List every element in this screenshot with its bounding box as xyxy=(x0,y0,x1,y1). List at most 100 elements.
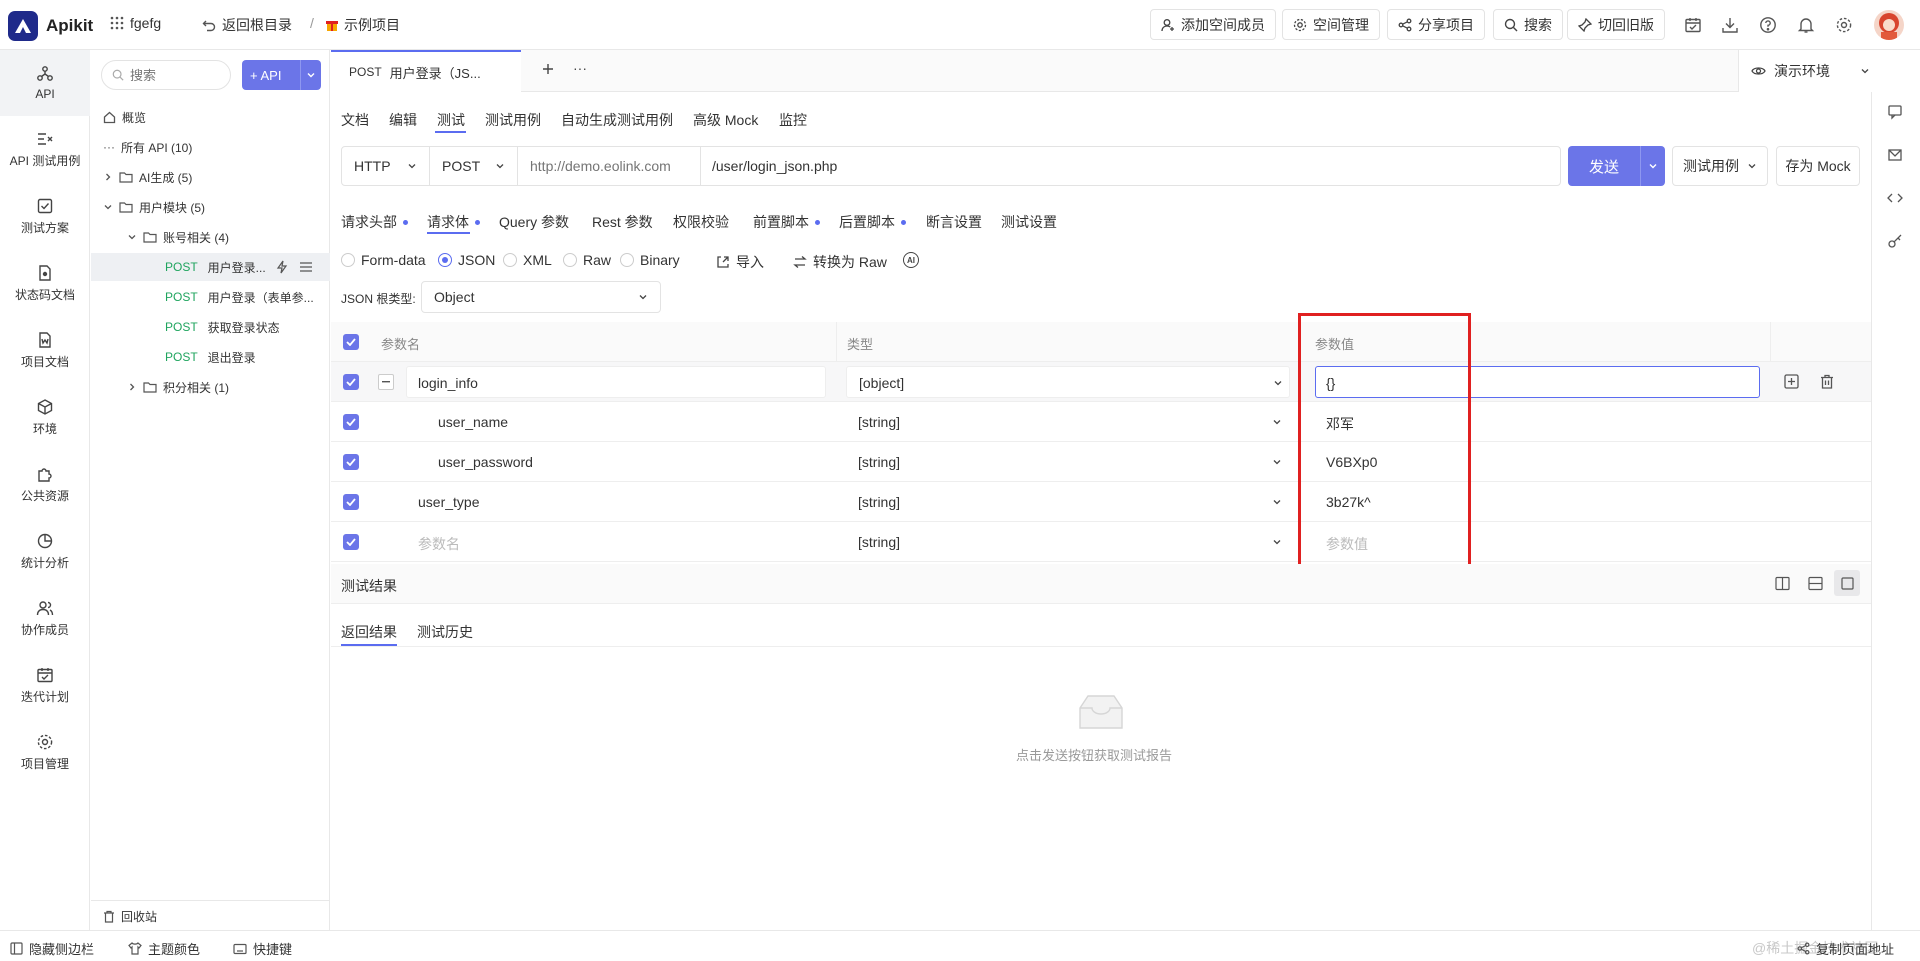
tab-test-settings[interactable]: 测试设置 xyxy=(1001,212,1057,232)
convert-raw-button[interactable]: 转换为 Raw xyxy=(793,252,887,272)
json-root-select[interactable]: Object xyxy=(421,281,661,313)
checkbox-all[interactable] xyxy=(343,334,359,350)
tab-auth[interactable]: 权限校验 xyxy=(673,212,729,232)
hide-sidebar-button[interactable]: 隐藏侧边栏 xyxy=(10,939,94,958)
param-type[interactable]: [string] xyxy=(858,494,900,510)
tree-all-api[interactable]: ··· 所有 API (10) xyxy=(91,133,330,161)
tree-points-group[interactable]: 积分相关 (1) xyxy=(91,373,330,401)
recycle-bin[interactable]: 回收站 xyxy=(91,902,330,930)
tab-test[interactable]: 测试 xyxy=(437,110,465,130)
bell-icon[interactable] xyxy=(1796,15,1816,35)
param-type[interactable]: [string] xyxy=(858,454,900,470)
tab-docs[interactable]: 文档 xyxy=(341,110,369,130)
more-tabs-icon[interactable]: ··· xyxy=(573,60,587,76)
tab-query-params[interactable]: Query 参数 xyxy=(499,212,569,232)
switch-old-version-button[interactable]: 切回旧版 xyxy=(1567,9,1665,40)
nav-iteration-plan[interactable]: 迭代计划 xyxy=(0,666,90,705)
host-input[interactable] xyxy=(530,156,696,176)
key-icon[interactable] xyxy=(1887,233,1903,249)
tab-pre-script[interactable]: 前置脚本 xyxy=(753,212,820,232)
save-mock-button[interactable]: 存为 Mock xyxy=(1776,146,1860,186)
nav-project-manage[interactable]: 项目管理 xyxy=(0,733,90,772)
split-vertical-icon[interactable] xyxy=(1775,576,1790,591)
tab-request-body[interactable]: 请求体 xyxy=(427,212,480,232)
nav-status-code-docs[interactable]: 状态码文档 xyxy=(0,264,90,303)
method-select[interactable]: POST xyxy=(430,147,518,185)
split-horizontal-icon[interactable] xyxy=(1808,576,1823,591)
tree-user-module[interactable]: 用户模块 (5) xyxy=(91,193,330,221)
param-name[interactable]: user_type xyxy=(418,494,479,510)
tab-rest-params[interactable]: Rest 参数 xyxy=(592,212,653,232)
nav-members[interactable]: 协作成员 xyxy=(0,599,90,638)
add-api-button[interactable]: + API xyxy=(242,60,321,90)
tab-post-script[interactable]: 后置脚本 xyxy=(839,212,906,232)
nav-api[interactable]: API xyxy=(0,50,90,116)
nav-test-plans[interactable]: 测试方案 xyxy=(0,197,90,236)
comment-icon[interactable] xyxy=(1887,104,1903,120)
tree-api-item[interactable]: POST 用户登录（表单参... xyxy=(91,283,330,311)
tab-monitor[interactable]: 监控 xyxy=(779,110,807,130)
chevron-down-icon[interactable] xyxy=(1272,537,1282,547)
tab-test-history[interactable]: 测试历史 xyxy=(417,622,473,642)
tree-api-item[interactable]: POST 退出登录 xyxy=(91,343,330,371)
delete-icon[interactable] xyxy=(1820,374,1834,389)
maximize-icon[interactable] xyxy=(1834,570,1860,596)
row-checkbox[interactable] xyxy=(343,454,359,470)
download-icon[interactable] xyxy=(1720,15,1740,35)
lightning-icon[interactable] xyxy=(276,260,288,274)
param-type[interactable]: [string] xyxy=(858,414,900,430)
collapse-toggle[interactable] xyxy=(378,374,394,390)
back-root-link[interactable]: 返回根目录 xyxy=(202,15,292,35)
param-name-placeholder[interactable]: 参数名 xyxy=(418,534,460,554)
param-name[interactable]: user_password xyxy=(438,454,533,470)
workspace-switcher[interactable]: fgefg xyxy=(110,15,161,31)
radio-form-data[interactable]: Form-data xyxy=(341,252,426,268)
radio-xml[interactable]: XML xyxy=(503,252,552,268)
theme-color-button[interactable]: 主题颜色 xyxy=(128,939,200,958)
settings-icon[interactable] xyxy=(1834,15,1854,35)
menu-icon[interactable] xyxy=(299,262,312,272)
code-icon[interactable] xyxy=(1887,190,1903,206)
nav-statistics[interactable]: 统计分析 xyxy=(0,532,90,571)
radio-raw[interactable]: Raw xyxy=(563,252,611,268)
copy-url-button[interactable]: 复制页面地址 xyxy=(1797,939,1894,958)
tab-test-cases[interactable]: 测试用例 xyxy=(485,110,541,130)
tree-search-input[interactable] xyxy=(130,67,220,83)
path-input[interactable]: /user/login_json.php xyxy=(712,158,837,174)
tree-api-item-active[interactable]: POST 用户登录... xyxy=(91,253,330,281)
environment-selector[interactable]: 演示环境 xyxy=(1738,50,1871,92)
tree-ai-group[interactable]: AI生成 (5) xyxy=(91,163,330,191)
search-button[interactable]: 搜索 xyxy=(1493,9,1563,40)
chevron-down-icon[interactable] xyxy=(1272,497,1282,507)
row-checkbox[interactable] xyxy=(343,494,359,510)
avatar[interactable] xyxy=(1874,10,1904,40)
tree-api-item[interactable]: POST 获取登录状态 xyxy=(91,313,330,341)
send-button[interactable]: 发送 xyxy=(1568,146,1665,186)
param-type-select[interactable]: [object] xyxy=(846,366,1290,398)
nav-project-docs[interactable]: 项目文档 xyxy=(0,331,90,370)
radio-binary[interactable]: Binary xyxy=(620,252,680,268)
tab-assertions[interactable]: 断言设置 xyxy=(926,212,982,232)
tree-search-box[interactable] xyxy=(101,60,231,90)
chevron-down-icon[interactable] xyxy=(1272,457,1282,467)
row-checkbox[interactable] xyxy=(343,374,359,390)
add-child-icon[interactable] xyxy=(1784,374,1799,389)
row-checkbox[interactable] xyxy=(343,414,359,430)
row-checkbox[interactable] xyxy=(343,534,359,550)
import-button[interactable]: 导入 xyxy=(716,252,764,272)
tab-api-user-login[interactable]: POST 用户登录（JS... xyxy=(331,50,521,92)
shortcuts-button[interactable]: 快捷键 xyxy=(233,939,292,958)
chevron-down-icon[interactable] xyxy=(1272,417,1282,427)
tab-response[interactable]: 返回结果 xyxy=(341,622,397,642)
add-member-button[interactable]: 添加空间成员 xyxy=(1150,9,1276,40)
help-icon[interactable] xyxy=(1758,15,1778,35)
ai-icon[interactable]: AI xyxy=(903,252,919,268)
nav-api-test-cases[interactable]: API 测试用例 xyxy=(0,130,90,169)
space-manage-button[interactable]: 空间管理 xyxy=(1282,9,1380,40)
nav-environment[interactable]: 环境 xyxy=(0,398,90,437)
param-type[interactable]: [string] xyxy=(858,534,900,550)
tab-request-headers[interactable]: 请求头部 xyxy=(341,212,408,232)
chevron-down-icon[interactable] xyxy=(301,70,321,80)
tree-account-group[interactable]: 账号相关 (4) xyxy=(91,223,330,251)
tab-edit[interactable]: 编辑 xyxy=(389,110,417,130)
